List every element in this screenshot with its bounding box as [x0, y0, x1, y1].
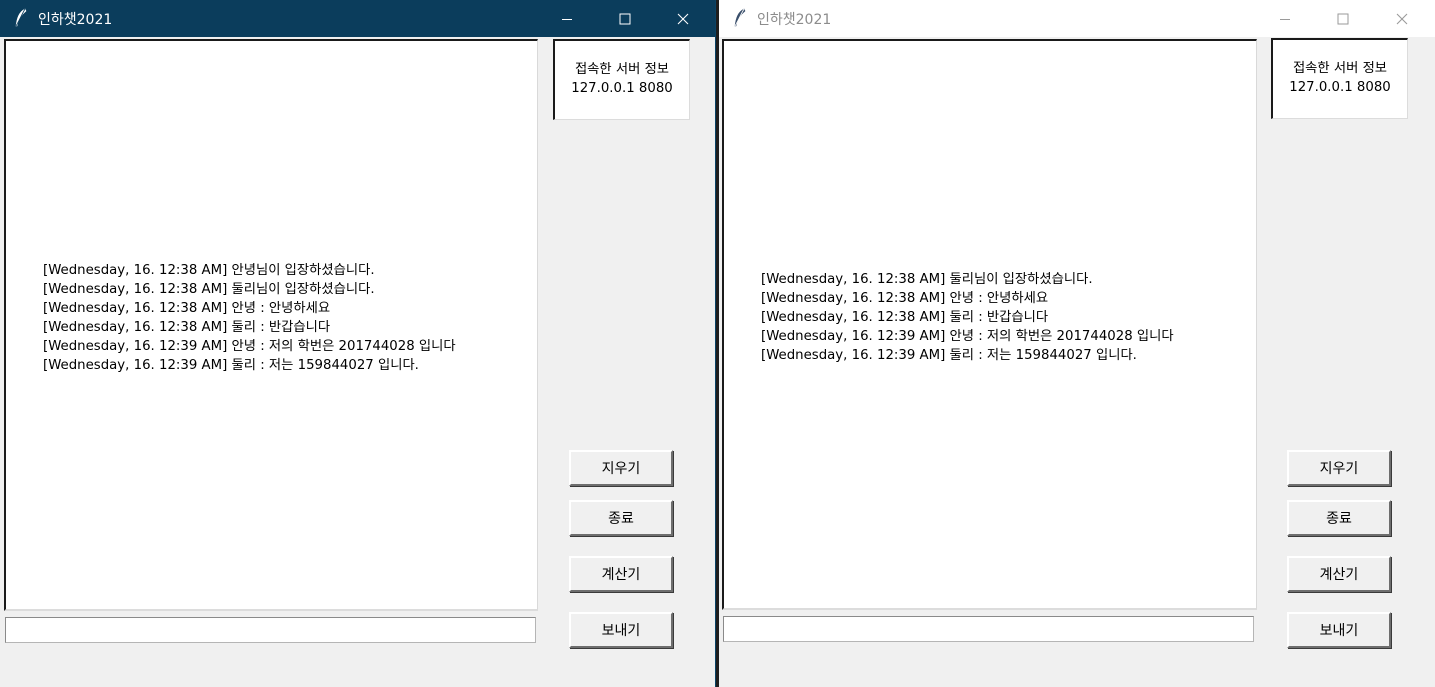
- minimize-icon: [1280, 18, 1290, 20]
- message-list: [Wednesday, 16. 12:38 AM] 둘리님이 입장하셨습니다. …: [761, 270, 1174, 365]
- message-line: [Wednesday, 16. 12:39 AM] 안녕 : 저의 학번은 20…: [43, 339, 456, 354]
- minimize-icon: [562, 18, 572, 20]
- send-button[interactable]: 보내기: [569, 612, 673, 648]
- server-info-heading: 접속한 서버 정보: [574, 62, 670, 77]
- message-line: [Wednesday, 16. 12:38 AM] 안녕 : 안녕하세요: [43, 301, 331, 316]
- message-line: [Wednesday, 16. 12:38 AM] 둘리 : 반갑습니다: [761, 310, 1049, 325]
- message-line: [Wednesday, 16. 12:38 AM] 안녕 : 안녕하세요: [761, 291, 1049, 306]
- message-input[interactable]: [723, 616, 1254, 642]
- server-info-address: 127.0.0.1 8080: [571, 81, 673, 96]
- message-line: [Wednesday, 16. 12:38 AM] 둘리 : 반갑습니다: [43, 320, 331, 335]
- message-line: [Wednesday, 16. 12:38 AM] 둘리님이 입장하셨습니다.: [43, 282, 375, 297]
- close-icon: [677, 13, 689, 24]
- feather-icon: [732, 8, 748, 28]
- title-bar[interactable]: 인하챗2021: [0, 0, 715, 37]
- window-title: 인하챗2021: [757, 12, 832, 28]
- exit-button[interactable]: 종료: [569, 500, 673, 536]
- calculator-button[interactable]: 계산기: [569, 556, 673, 592]
- chat-window-left: 인하챗2021 [Wednesday, 16. 12:38 AM] 안녕님이 입…: [0, 0, 716, 687]
- title-bar[interactable]: 인하챗2021: [719, 0, 1435, 37]
- message-line: [Wednesday, 16. 12:38 AM] 안녕님이 입장하셨습니다.: [43, 263, 375, 278]
- maximize-button[interactable]: [596, 0, 654, 37]
- server-info-heading: 접속한 서버 정보: [1292, 61, 1388, 76]
- clear-button[interactable]: 지우기: [569, 450, 673, 486]
- message-line: [Wednesday, 16. 12:39 AM] 둘리 : 저는 159844…: [43, 358, 419, 373]
- message-line: [Wednesday, 16. 12:39 AM] 둘리 : 저는 159844…: [761, 348, 1137, 363]
- clear-button[interactable]: 지우기: [1287, 450, 1391, 486]
- server-info-panel: 접속한 서버 정보 127.0.0.1 8080: [553, 39, 690, 120]
- maximize-button[interactable]: [1314, 0, 1372, 37]
- message-list: [Wednesday, 16. 12:38 AM] 안녕님이 입장하셨습니다. …: [43, 261, 456, 375]
- minimize-button[interactable]: [1256, 0, 1314, 37]
- close-button[interactable]: [654, 0, 712, 37]
- message-line: [Wednesday, 16. 12:38 AM] 둘리님이 입장하셨습니다.: [761, 272, 1093, 287]
- feather-icon: [13, 8, 29, 28]
- chat-window-right: 인하챗2021 [Wednesday, 16. 12:38 AM] 둘리님이 입…: [719, 0, 1435, 687]
- message-input[interactable]: [5, 617, 536, 643]
- calculator-button[interactable]: 계산기: [1287, 556, 1391, 592]
- minimize-button[interactable]: [538, 0, 596, 37]
- chat-log[interactable]: [Wednesday, 16. 12:38 AM] 둘리님이 입장하셨습니다. …: [722, 39, 1257, 610]
- maximize-icon: [619, 13, 631, 24]
- message-line: [Wednesday, 16. 12:39 AM] 안녕 : 저의 학번은 20…: [761, 329, 1174, 344]
- maximize-icon: [1337, 13, 1349, 24]
- close-icon: [1396, 13, 1408, 24]
- close-button[interactable]: [1373, 0, 1431, 37]
- server-info-address: 127.0.0.1 8080: [1289, 80, 1391, 95]
- send-button[interactable]: 보내기: [1287, 612, 1391, 648]
- exit-button[interactable]: 종료: [1287, 500, 1391, 536]
- server-info-panel: 접속한 서버 정보 127.0.0.1 8080: [1271, 38, 1408, 119]
- chat-log[interactable]: [Wednesday, 16. 12:38 AM] 안녕님이 입장하셨습니다. …: [4, 39, 538, 611]
- window-title: 인하챗2021: [38, 12, 113, 28]
